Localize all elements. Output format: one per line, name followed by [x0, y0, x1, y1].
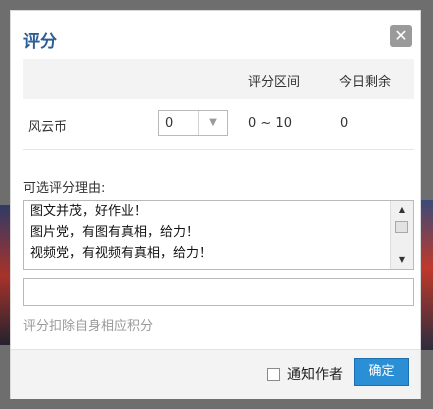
- row-label: 风云币: [28, 120, 68, 135]
- header-range: 评分区间: [248, 75, 301, 90]
- notify-author-label[interactable]: 通知作者: [287, 364, 343, 384]
- scroll-up-icon[interactable]: ▲: [391, 203, 413, 217]
- header-remaining: 今日剩余: [339, 75, 392, 90]
- notify-author-checkbox[interactable]: [267, 368, 280, 381]
- reason-label: 可选评分理由:: [23, 181, 106, 196]
- table-row: 风云币 0 ▼ 0 ~ 10 0: [23, 99, 414, 150]
- deduction-note: 评分扣除自身相应积分: [23, 319, 154, 334]
- list-item[interactable]: 图片党，有图有真相，给力！: [24, 222, 413, 243]
- scroll-down-icon[interactable]: ▼: [391, 253, 413, 267]
- scrollbar[interactable]: ▲ ▼: [390, 201, 413, 269]
- background-image-left: [0, 205, 10, 345]
- reason-input[interactable]: [23, 278, 414, 306]
- remaining-today: 0: [340, 116, 349, 131]
- confirm-button[interactable]: 确定: [354, 358, 409, 386]
- reason-list[interactable]: 图文并茂，好作业！ 图片党，有图有真相，给力！ 视频党，有视频有真相，给力！ ▲…: [23, 200, 414, 270]
- close-icon: ✕: [394, 26, 408, 45]
- scroll-thumb[interactable]: [395, 221, 408, 233]
- table-header: 评分区间 今日剩余: [23, 59, 414, 99]
- close-button[interactable]: ✕: [390, 25, 412, 47]
- rating-dialog: 评分 ✕ 评分区间 今日剩余 风云币 0 ▼ 0 ~ 10 0 可选评分理由: …: [10, 10, 421, 399]
- list-item[interactable]: 视频党，有视频有真相，给力！: [24, 243, 413, 264]
- score-select-value: 0: [165, 116, 174, 131]
- score-select[interactable]: 0 ▼: [158, 110, 228, 136]
- chevron-down-icon[interactable]: ▼: [198, 111, 227, 135]
- list-item[interactable]: 图文并茂，好作业！: [24, 201, 413, 222]
- dialog-title: 评分: [23, 32, 57, 52]
- score-range: 0 ~ 10: [248, 116, 292, 131]
- dialog-footer: 通知作者 确定: [11, 349, 420, 399]
